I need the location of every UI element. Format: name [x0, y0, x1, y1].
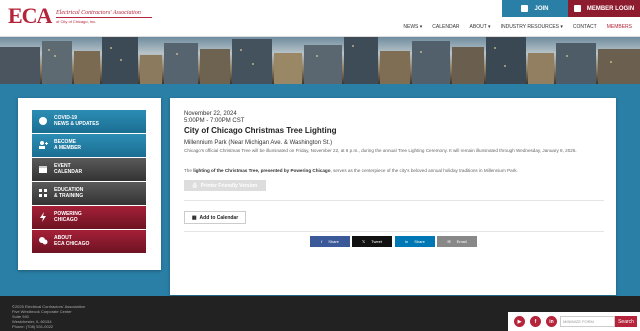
divider	[184, 231, 604, 232]
linkedin-share-label: Share	[414, 239, 425, 244]
linkedin-share-button[interactable]: in Share	[395, 236, 435, 247]
facebook-share-label: Share	[328, 239, 339, 244]
footer-address: ©2025 Electrical Contractors' Associatio…	[12, 304, 85, 329]
sidebar-item-event-calendar[interactable]: EVENT CALENDAR	[32, 158, 146, 181]
desc2-b: lighting of the Christmas Tree, presente…	[193, 168, 331, 173]
event-time: 5:00PM - 7:00PM CST	[184, 118, 245, 124]
logo-divider	[56, 17, 152, 18]
facebook-icon[interactable]: f	[530, 316, 541, 327]
search-button[interactable]: Search	[615, 316, 637, 327]
x-icon: 𝕏	[362, 239, 366, 244]
chat-icon	[39, 237, 48, 245]
event-description: Chicago's official Christmas Tree will b…	[184, 148, 577, 153]
linkedin-icon[interactable]: in	[546, 316, 557, 327]
logo-mark: ECA	[8, 3, 52, 28]
add-to-calendar-button[interactable]: ▦ Add to Calendar	[184, 211, 246, 224]
main-section: COVID-19 NEWS & UPDATES BECOME A MEMBER EV…	[0, 84, 640, 296]
main-nav: NEWS ▾ CALENDAR ABOUT ▾ INDUSTRY RESOURC…	[403, 24, 632, 30]
signin-icon	[521, 5, 529, 12]
sidebar-item-education[interactable]: EDUCATION & TRAINING	[32, 182, 146, 205]
footer-social-search: ▶ f in MINIMIZE FORM Search	[508, 312, 640, 331]
nav-news[interactable]: NEWS ▾	[403, 24, 422, 30]
sidebar-label-event-2: CALENDAR	[54, 169, 83, 175]
sidebar-label-become-2: A MEMBER	[54, 145, 82, 151]
lock-icon	[573, 5, 581, 12]
email-share-button[interactable]: ✉ Email	[437, 236, 477, 247]
lightning-icon	[40, 212, 46, 222]
nav-calendar[interactable]: CALENDAR	[432, 24, 459, 30]
facebook-share-button[interactable]: f Share	[310, 236, 350, 247]
sidebar-item-become-member[interactable]: BECOME A MEMBER	[32, 134, 146, 157]
add-to-calendar-label: Add to Calendar	[199, 214, 239, 221]
envelope-icon: ✉	[447, 239, 451, 244]
sidebar-label-about-2: ECA CHICAGO	[54, 241, 90, 247]
calendar-icon	[39, 166, 47, 173]
search-input[interactable]: MINIMIZE FORM	[560, 316, 615, 327]
event-location: Millennium Park (Near Michigan Ave. & Wa…	[184, 140, 333, 146]
add-user-icon	[39, 141, 48, 149]
chat-bubble-icon	[39, 117, 47, 125]
sidebar-item-covid[interactable]: COVID-19 NEWS & UPDATES	[32, 110, 146, 133]
email-share-label: Email	[456, 239, 467, 244]
nav-contact[interactable]: CONTACT	[573, 24, 597, 30]
join-button[interactable]: JOIN	[502, 0, 568, 17]
printer-icon: ⎙	[192, 182, 197, 189]
sidebar-card: COVID-19 NEWS & UPDATES BECOME A MEMBER EV…	[18, 98, 161, 270]
site-header: ECA Electrical Contractors' Association …	[0, 0, 640, 37]
event-detail-card: November 22, 2024 5:00PM - 7:00PM CST Ci…	[170, 98, 616, 295]
sidebar-label-education-2: & TRAINING	[54, 193, 84, 199]
nav-about[interactable]: ABOUT ▾	[470, 24, 491, 30]
sidebar-label-covid-2: NEWS & UPDATES	[54, 121, 99, 127]
youtube-icon[interactable]: ▶	[514, 316, 525, 327]
twitter-share-label: Tweet	[371, 239, 382, 244]
event-description-secondary: The lighting of the Christmas Tree, pres…	[184, 168, 604, 173]
login-label: MEMBER LOGIN	[586, 5, 635, 12]
desc2-a: The	[184, 168, 194, 173]
facebook-icon: f	[321, 239, 323, 244]
footer-line-5: Phone: (708) 531-0022	[12, 324, 54, 329]
linkedin-icon: in	[405, 239, 409, 244]
grid-icon	[39, 189, 47, 197]
logo-subtitle: of City of Chicago, Inc.	[56, 19, 97, 24]
printer-friendly-button[interactable]: ⎙ Printer Friendly Version	[184, 180, 266, 191]
twitter-share-button[interactable]: 𝕏 Tweet	[352, 236, 392, 247]
eca-logo[interactable]: ECA Electrical Contractors' Association …	[8, 5, 168, 31]
nav-industry-resources[interactable]: INDUSTRY RESOURCES ▾	[501, 24, 563, 30]
event-date: November 22, 2024	[184, 111, 237, 117]
desc2-c: , serves as the centerpiece of the city'…	[330, 168, 518, 173]
nav-members[interactable]: MEMBERS	[607, 24, 632, 30]
calendar-add-icon: ▦	[191, 214, 197, 221]
sidebar-item-about-eca[interactable]: ABOUT ECA CHICAGO	[32, 230, 146, 253]
printer-friendly-label: Printer Friendly Version	[200, 182, 258, 189]
sidebar-label-powering-2: CHICAGO	[54, 217, 78, 223]
skyline-image	[0, 37, 640, 84]
logo-name: Electrical Contractors' Association	[56, 10, 141, 16]
event-title: City of Chicago Christmas Tree Lighting	[184, 126, 337, 135]
join-label: JOIN	[534, 5, 549, 12]
divider	[184, 200, 604, 201]
member-login-button[interactable]: MEMBER LOGIN	[568, 0, 640, 17]
sidebar-item-powering-chicago[interactable]: POWERING CHICAGO	[32, 206, 146, 229]
skyline-banner	[0, 37, 640, 84]
